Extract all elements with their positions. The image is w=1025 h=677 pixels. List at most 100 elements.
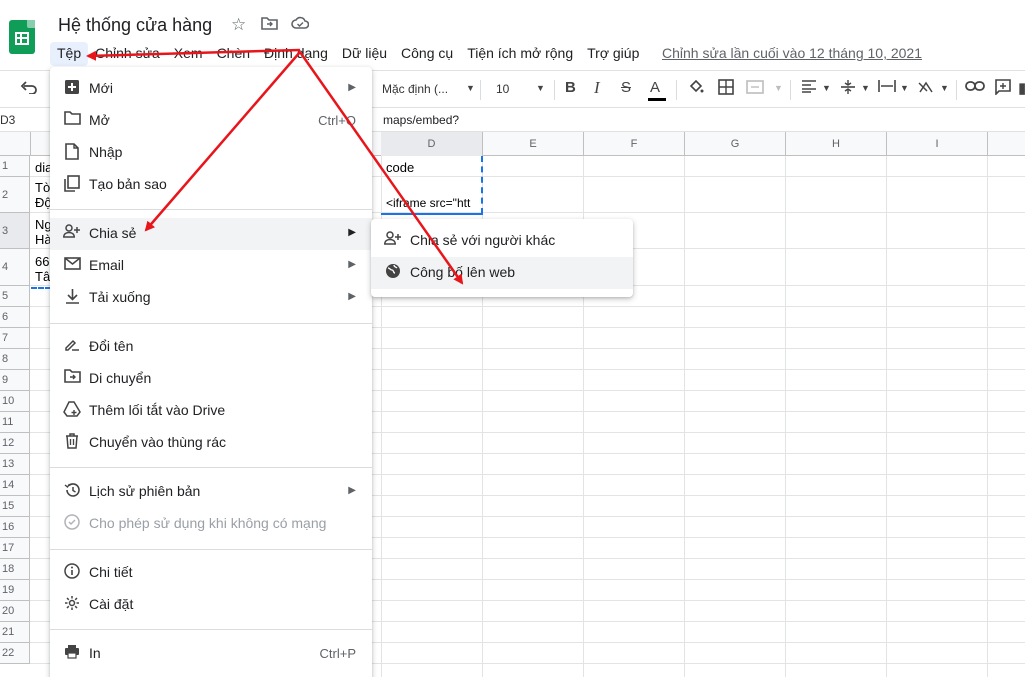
row-header[interactable]: 10 [0,391,30,412]
last-edit-link[interactable]: Chỉnh sửa lần cuối vào 12 tháng 10, 2021 [662,45,922,61]
menu-tools[interactable]: Công cụ [394,42,460,66]
text-rotation-icon[interactable] [917,79,935,99]
undo-icon[interactable] [20,80,38,98]
row-header[interactable]: 1 [0,156,30,177]
column-header-h[interactable]: H [786,132,887,156]
vertical-align-caret-icon: ▼ [861,83,870,93]
file-menu-move[interactable]: Di chuyển [50,363,372,395]
row-header[interactable]: 2 [0,177,30,213]
move-folder-icon[interactable] [261,15,278,35]
row-header[interactable]: 11 [0,412,30,433]
row-header[interactable]: 17 [0,538,30,559]
row-header[interactable]: 7 [0,328,30,349]
star-icon[interactable]: ☆ [231,15,246,35]
sheets-logo-icon[interactable] [9,20,35,54]
menu-file[interactable]: Tệp [50,42,89,66]
file-menu-share[interactable]: Chia sẻ ▶ [50,218,372,250]
file-menu-details[interactable]: Chi tiết [50,557,372,589]
cell-a1[interactable]: dia [35,160,50,175]
settings-icon [63,595,81,615]
merge-cells-icon[interactable] [746,79,764,99]
cell-d1[interactable]: code [386,160,481,175]
font-family-select[interactable]: Mặc định (... [382,82,448,96]
row-header[interactable]: 5 [0,286,30,307]
menu-extensions[interactable]: Tiện ích mở rộng [460,42,580,66]
italic-icon[interactable]: I [594,78,600,98]
column-header-f[interactable]: F [584,132,685,156]
move-icon [63,369,81,389]
file-menu-open[interactable]: Mở Ctrl+O [50,105,372,137]
row-header[interactable]: 19 [0,580,30,601]
submenu-arrow-icon: ▶ [348,259,356,270]
document-title[interactable]: Hệ thống cửa hàng [58,15,212,36]
file-menu-version-history[interactable]: Lịch sử phiên bản ▶ [50,476,372,508]
column-header-g[interactable]: G [685,132,786,156]
borders-icon[interactable] [718,79,734,99]
row-header[interactable]: 18 [0,559,30,580]
menu-edit[interactable]: Chỉnh sửa [88,42,167,66]
share-with-others[interactable]: Chia sẻ với người khác [371,225,633,257]
insert-chart-icon[interactable]: ▮ [1018,79,1025,97]
shortcut-label: Ctrl+P [319,646,356,661]
row-header[interactable]: 8 [0,349,30,370]
submenu-arrow-icon: ▶ [348,485,356,496]
insert-link-icon[interactable] [965,79,985,96]
row-header[interactable]: 20 [0,601,30,622]
menu-help[interactable]: Trợ giúp [580,42,646,66]
vertical-align-icon[interactable] [840,79,856,99]
row-header[interactable]: 4 [0,249,30,286]
row-header[interactable]: 9 [0,370,30,391]
share-person-icon [384,231,402,251]
file-menu: Mới ▶ Mở Ctrl+O Nhập Tạo bản sao Chia sẻ… [50,67,372,677]
cell-d2[interactable]: <iframe src="htt [386,196,482,210]
row-header[interactable]: 22 [0,643,30,664]
submenu-arrow-icon: ▶ [348,82,356,93]
corner-cell[interactable] [0,132,31,156]
file-menu-rename[interactable]: Đổi tên [50,331,372,363]
row-header[interactable]: 16 [0,517,30,538]
file-menu-new[interactable]: Mới ▶ [50,73,372,105]
fill-color-icon[interactable] [688,79,704,99]
formula-input[interactable]: maps/embed? [383,113,459,127]
bold-icon[interactable]: B [565,79,576,96]
print-icon [63,644,81,664]
text-color-icon[interactable]: A [650,79,660,96]
row-header[interactable]: 13 [0,454,30,475]
file-menu-make-copy[interactable]: Tạo bản sao [50,169,372,201]
insert-comment-icon[interactable] [995,79,1011,99]
name-box[interactable]: D3 [0,113,15,127]
file-menu-make-available-offline[interactable]: Cho phép sử dụng khi không có mạng [50,508,372,540]
menu-insert[interactable]: Chèn [210,42,257,66]
file-menu-import[interactable]: Nhập [50,137,372,169]
info-icon [63,563,81,583]
row-header[interactable]: 6 [0,307,30,328]
cell-a4[interactable]: 66 [35,254,50,269]
cloud-status-icon[interactable] [291,15,310,35]
cell-a2[interactable]: Tò [35,180,50,195]
file-menu-add-drive-shortcut[interactable]: Thêm lối tắt vào Drive [50,395,372,427]
text-wrap-icon[interactable] [878,79,896,97]
email-icon [63,256,81,276]
row-header[interactable]: 14 [0,475,30,496]
file-menu-download[interactable]: Tải xuống ▶ [50,282,372,314]
menu-data[interactable]: Dữ liệu [335,42,394,66]
row-header[interactable]: 3 [0,213,30,249]
import-icon [63,143,81,163]
file-menu-move-to-trash[interactable]: Chuyển vào thùng rác [50,427,372,459]
column-header-d[interactable]: D [381,132,483,156]
row-header[interactable]: 15 [0,496,30,517]
menu-view[interactable]: Xem [167,42,210,66]
file-menu-email[interactable]: Email ▶ [50,250,372,282]
column-header-i[interactable]: I [887,132,988,156]
publish-to-web[interactable]: Công bố lên web [371,257,633,289]
row-header[interactable]: 21 [0,622,30,643]
cell-a3[interactable]: Ng [35,217,50,232]
strikethrough-icon[interactable]: S [621,79,631,96]
file-menu-settings[interactable]: Cài đặt [50,589,372,621]
font-size-select[interactable]: 10 [496,82,509,96]
row-header[interactable]: 12 [0,433,30,454]
column-header-e[interactable]: E [483,132,584,156]
align-left-icon[interactable] [801,79,817,97]
menu-format[interactable]: Định dạng [257,42,335,66]
file-menu-print[interactable]: In Ctrl+P [50,638,372,670]
